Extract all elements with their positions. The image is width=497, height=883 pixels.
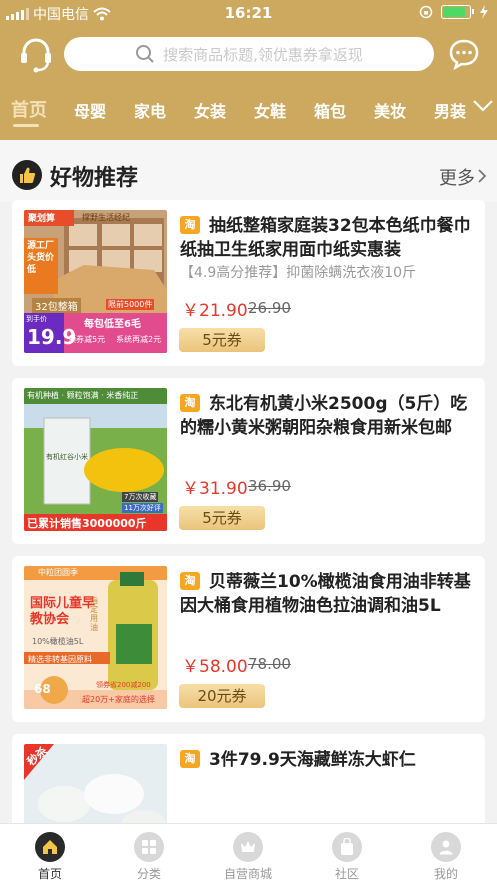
tabbar-category[interactable]: 分类 xyxy=(109,824,189,882)
tab-home[interactable]: 首页 xyxy=(11,96,47,122)
product-title[interactable]: 3件79.9天海藏鲜冻大虾仁 xyxy=(180,748,476,772)
product-card[interactable]: 聚划算 撑野生活经纪 源工厂头货价低 32包整箱 限前5000件 到手价 19.… xyxy=(12,200,485,366)
crown-icon xyxy=(233,832,263,862)
image-side: 指定用油 xyxy=(90,596,98,632)
original-price: 36.90 xyxy=(248,477,291,495)
status-bar: 中国电信 16:21 xyxy=(0,0,497,26)
image-limit: 限前5000件 xyxy=(106,299,155,310)
chevron-down-icon[interactable] xyxy=(472,98,494,114)
chevron-right-icon[interactable] xyxy=(477,168,487,184)
product-image[interactable]: 有机种植 · 颗粒饱满 · 米香纯正 有机红谷小米 7万次收藏 11万次好评 已… xyxy=(24,388,167,531)
tab-womens-clothing[interactable]: 女装 xyxy=(194,98,226,122)
image-price-prefix: 到手价 xyxy=(26,315,47,323)
home-icon xyxy=(35,832,65,862)
more-link[interactable]: 更多 xyxy=(439,164,475,190)
tabbar-label: 自营商城 xyxy=(223,867,272,881)
customer-service-icon[interactable] xyxy=(16,34,56,74)
product-price: ￥21.90 xyxy=(182,301,248,321)
image-footer: 超20万+家庭的选择 xyxy=(82,695,155,704)
product-title[interactable]: 贝蒂薇兰10%橄榄油食用油非转基因大桶食用植物油色拉油调和油5L xyxy=(180,570,476,618)
tabbar-label: 我的 xyxy=(433,867,458,881)
search-icon xyxy=(136,45,154,63)
user-icon xyxy=(431,832,461,862)
tabbar-home[interactable]: 首页 xyxy=(10,824,90,882)
image-side-text: 源工厂头货价低 xyxy=(27,241,55,275)
image-brand: 撑野生活经纪 xyxy=(82,213,130,222)
active-tab-indicator xyxy=(13,124,39,127)
product-title[interactable]: 抽纸整箱家庭装32包本色纸巾餐巾纸抽卫生纸家用面巾纸实惠装 xyxy=(180,214,476,262)
image-count-label: 32包整箱 xyxy=(32,298,81,313)
coupon-button[interactable]: 20元券 xyxy=(179,684,265,708)
tabbar-label: 分类 xyxy=(136,867,161,881)
message-icon[interactable] xyxy=(448,38,480,70)
bottom-tab-bar: 首页 分类 自营商城 社区 我的 xyxy=(0,823,497,883)
product-price: ￥31.90 xyxy=(182,479,248,499)
image-price: 68 xyxy=(34,682,51,696)
image-bag-label: 有机红谷小米 xyxy=(46,453,88,461)
image-ribbon: 精选非转基因原料 xyxy=(28,655,92,664)
status-right xyxy=(419,5,489,19)
recommend-section-header: 好物推荐 更多 xyxy=(0,140,497,202)
image-cta: 每包低至6毛 xyxy=(84,319,141,330)
tab-baby[interactable]: 母婴 xyxy=(74,98,106,122)
product-subtitle: 【4.9高分推荐】抑菌除螨洗衣液10斤 xyxy=(180,265,417,281)
image-top-banner: 有机种植 · 颗粒饱满 · 米香纯正 xyxy=(27,391,139,400)
tabbar-label: 社区 xyxy=(334,867,359,881)
tab-beauty[interactable]: 美妆 xyxy=(374,98,406,122)
tab-womens-shoes[interactable]: 女鞋 xyxy=(254,98,286,122)
image-stat2: 11万次好评 xyxy=(122,503,163,513)
category-icon xyxy=(134,832,164,862)
product-image[interactable]: 中粒团圆季 国际儿童早教协会 指定用油 10%橄榄油5L 精选非转基因原料 68… xyxy=(24,566,167,709)
orientation-lock-icon xyxy=(419,5,433,19)
original-price: 26.90 xyxy=(248,299,291,317)
product-title[interactable]: 东北有机黄小米2500g（5斤）吃的糯小黄米粥朝阳杂粮食用新米包邮 xyxy=(180,392,476,440)
category-tabs: 首页 母婴 家电 女装 女鞋 箱包 美妆 男装 xyxy=(0,92,497,128)
product-price: ￥58.00 xyxy=(182,657,248,677)
image-stat1: 7万次收藏 xyxy=(122,492,159,502)
original-price: 78.00 xyxy=(248,655,291,673)
product-image[interactable]: 聚划算 撑野生活经纪 源工厂头货价低 32包整箱 限前5000件 到手价 19.… xyxy=(24,210,167,353)
coupon-button[interactable]: 5元券 xyxy=(179,506,265,530)
tabbar-label: 首页 xyxy=(37,867,62,881)
image-bottom-banner: 已累计销售3000000斤 xyxy=(27,517,147,530)
product-card[interactable]: 中粒团圆季 国际儿童早教协会 指定用油 10%橄榄油5L 精选非转基因原料 68… xyxy=(12,556,485,722)
tab-mens-clothing[interactable]: 男装 xyxy=(434,98,466,122)
battery-icon xyxy=(441,5,474,19)
tabbar-mall[interactable]: 自营商城 xyxy=(208,824,288,882)
tab-bags[interactable]: 箱包 xyxy=(314,98,346,122)
charging-icon xyxy=(480,5,488,19)
product-card[interactable]: 秒杀 淘 3件79.9天海藏鲜冻大虾仁 xyxy=(12,734,485,834)
community-icon xyxy=(332,832,362,862)
coupon-button[interactable]: 5元券 xyxy=(179,328,265,352)
image-promo1: 领券减5元 xyxy=(68,335,106,344)
image-top-tag: 中粒团圆季 xyxy=(38,568,78,577)
product-card[interactable]: 有机种植 · 颗粒饱满 · 米香纯正 有机红谷小米 7万次收藏 11万次好评 已… xyxy=(12,378,485,544)
image-tag: 聚划算 xyxy=(28,214,56,224)
product-image[interactable]: 秒杀 xyxy=(24,744,167,834)
search-placeholder: 搜索商品标题,领优惠券拿返现 xyxy=(163,45,363,64)
image-promo: 领券省200减200 xyxy=(96,681,151,689)
search-input[interactable]: 搜索商品标题,领优惠券拿返现 xyxy=(64,37,434,71)
image-bottle-note: 10%橄榄油5L xyxy=(32,637,84,646)
thumbs-up-icon xyxy=(12,160,42,190)
section-title: 好物推荐 xyxy=(50,166,139,191)
image-promo2: 系统再减2元 xyxy=(116,335,162,344)
tab-appliances[interactable]: 家电 xyxy=(134,98,166,122)
tabbar-community[interactable]: 社区 xyxy=(307,824,387,882)
tabbar-me[interactable]: 我的 xyxy=(406,824,486,882)
